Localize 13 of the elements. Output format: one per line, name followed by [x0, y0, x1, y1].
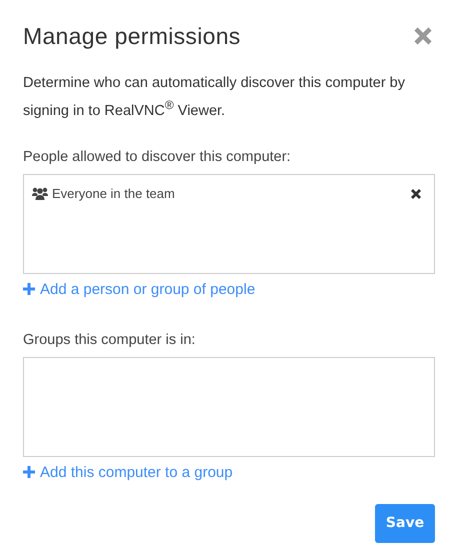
- add-link[interactable]: Add a person or group of people: [23, 280, 256, 298]
- add-link[interactable]: Add this computer to a group: [23, 464, 233, 481]
- remove-icon[interactable]: [410, 188, 422, 200]
- close-icon[interactable]: [413, 26, 433, 46]
- description-text: Determine who can automatically discover this computer by signing in to RealVNC$^{®}$ Viewer.: [23, 74, 406, 121]
- save-button[interactable]: Save: [375, 504, 435, 543]
- plus-icon: [23, 283, 35, 296]
- plus-icon: [23, 466, 35, 478]
- section-label: Groups this computer is in:: [23, 332, 196, 348]
- users-icon: [32, 187, 48, 200]
- dialog-title: Manage permissions: [23, 22, 241, 50]
- entry-text: Everyone in the team: [52, 186, 176, 202]
- section-label: People allowed to discover this computer:: [23, 148, 292, 165]
